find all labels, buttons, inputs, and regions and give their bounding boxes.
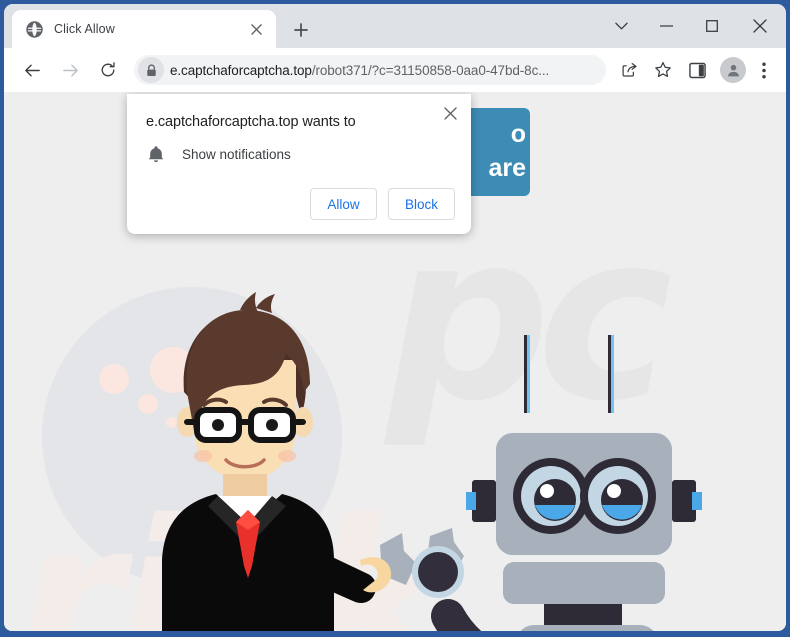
allow-button[interactable]: Allow <box>310 188 377 220</box>
bell-icon <box>148 146 164 163</box>
side-panel-button[interactable] <box>682 55 712 85</box>
browser-tab[interactable]: Click Allow <box>12 10 276 48</box>
browser-window-frame: Click Allow e.captchaforcaptcha.top/robo… <box>0 0 790 637</box>
minimize-icon <box>660 25 673 27</box>
window-controls <box>599 4 786 48</box>
dialog-permission-row: Show notifications <box>146 144 291 164</box>
side-panel-icon <box>688 62 706 78</box>
chevron-down-icon <box>615 22 628 29</box>
close-icon <box>250 23 262 35</box>
maximize-button[interactable] <box>689 6 734 46</box>
url-host: e.captchaforcaptcha.top <box>170 62 312 78</box>
forward-arrow-icon <box>62 64 78 76</box>
back-button[interactable] <box>16 54 48 86</box>
new-tab-button[interactable] <box>287 16 315 44</box>
person-icon <box>727 64 739 76</box>
page-viewport: pc risk o are <box>4 92 786 631</box>
url-display: e.captchaforcaptcha.top/robot371/?c=3115… <box>170 63 549 78</box>
dialog-title: e.captchaforcaptcha.top wants to <box>146 114 356 130</box>
reload-icon <box>101 62 115 77</box>
browser-toolbar: e.captchaforcaptcha.top/robot371/?c=3115… <box>4 48 786 92</box>
minimize-button[interactable] <box>644 6 689 46</box>
bookmark-button[interactable] <box>648 55 678 85</box>
tab-title: Click Allow <box>54 22 115 36</box>
url-path: /robot371/?c=31150858-0aa0-47bd-8c... <box>311 62 550 78</box>
close-icon <box>753 19 767 33</box>
businessman-with-glasses-illustration <box>162 292 392 631</box>
back-arrow-icon <box>24 64 40 76</box>
close-window-button[interactable] <box>734 6 786 46</box>
address-bar[interactable]: e.captchaforcaptcha.top/robot371/?c=3115… <box>134 55 606 85</box>
tab-close-button[interactable] <box>246 19 266 39</box>
chrome-menu-button[interactable] <box>750 55 778 85</box>
globe-icon <box>26 20 43 38</box>
reload-button[interactable] <box>92 54 124 86</box>
site-security-chip[interactable] <box>138 57 164 83</box>
forward-button[interactable] <box>54 54 86 86</box>
lock-icon <box>146 63 156 76</box>
tab-strip: Click Allow <box>4 4 786 48</box>
dialog-actions: Allow Block <box>310 188 455 220</box>
star-icon <box>655 61 671 78</box>
share-button[interactable] <box>614 55 644 85</box>
close-icon <box>443 106 457 120</box>
tab-search-button[interactable] <box>599 6 644 46</box>
notification-permission-dialog: e.captchaforcaptcha.top wants to Show no… <box>127 94 471 234</box>
dialog-close-button[interactable] <box>439 102 461 124</box>
share-icon <box>622 62 637 77</box>
plus-icon <box>294 23 308 37</box>
three-dot-menu-icon <box>762 61 766 79</box>
maximize-icon <box>705 20 718 32</box>
block-button[interactable]: Block <box>388 188 455 220</box>
dialog-permission-label: Show notifications <box>182 146 291 162</box>
profile-button[interactable] <box>720 57 746 83</box>
grey-robot-illustration <box>380 335 702 631</box>
browser-chrome: Click Allow e.captchaforcaptcha.top/robo… <box>4 4 786 631</box>
